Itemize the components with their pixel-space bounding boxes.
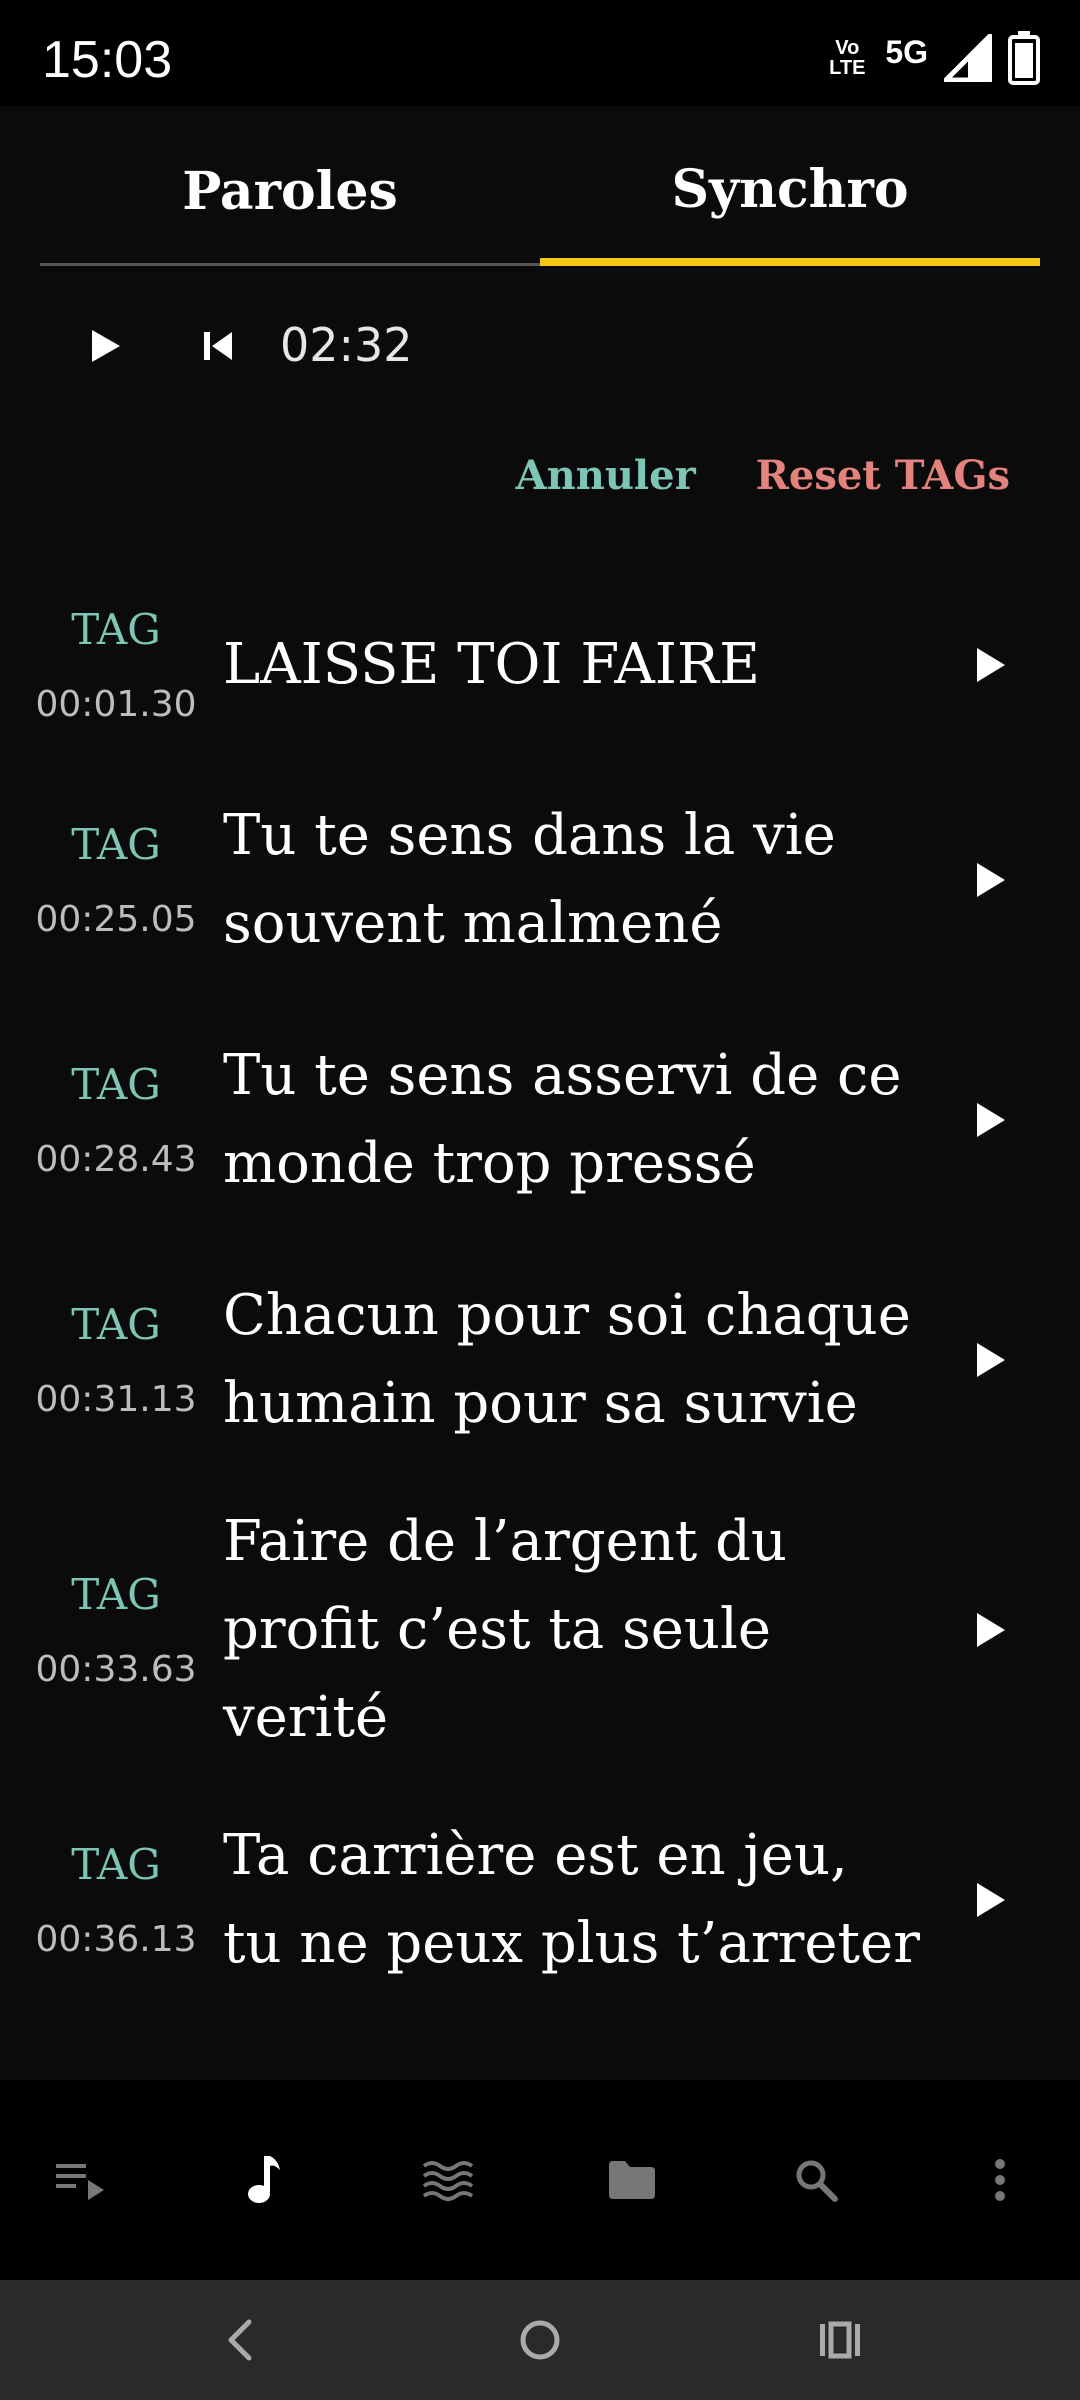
tag-button[interactable]: TAG <box>71 1840 161 1889</box>
tag-column: TAG 00:01.30 <box>30 570 202 760</box>
home-icon <box>520 2320 560 2360</box>
more-vert-icon <box>995 2159 1005 2201</box>
bottom-nav <box>0 2080 1080 2280</box>
play-line-button[interactable] <box>950 570 1030 760</box>
player-controls: 02:32 <box>40 300 640 392</box>
nav-waves[interactable] <box>388 2120 508 2240</box>
tag-button[interactable]: TAG <box>71 820 161 869</box>
skip-previous-button[interactable] <box>172 300 264 392</box>
play-line-button[interactable] <box>950 1000 1030 1240</box>
system-recents-button[interactable] <box>790 2300 890 2380</box>
play-button[interactable] <box>58 300 150 392</box>
cancel-button[interactable]: Annuler <box>516 452 696 499</box>
system-nav-bar <box>0 2280 1080 2400</box>
queue-icon <box>56 2164 104 2200</box>
tag-button[interactable]: TAG <box>71 1060 161 1109</box>
tag-column: TAG 00:25.05 <box>30 760 202 1000</box>
lyrics-list: TAG 00:01.30 LAISSE TOI FAIRE TAG 00:25.… <box>0 570 1080 2020</box>
timestamp: 00:31.13 <box>35 1379 197 1420</box>
tag-column: TAG 00:36.13 <box>30 1780 202 2020</box>
lyric-text: Ta carrière est en jeu, tu ne peux plus … <box>223 1823 920 1976</box>
music-note-icon <box>248 2156 280 2203</box>
battery-icon <box>1008 31 1040 85</box>
waves-icon <box>422 2161 474 2201</box>
skip-previous-icon <box>204 332 232 360</box>
lyric-row: TAG 00:01.30 LAISSE TOI FAIRE <box>0 570 1080 760</box>
status-bar: 15:03 Vo LTE 5G <box>0 0 1080 106</box>
play-line-button[interactable] <box>950 760 1030 1000</box>
play-icon <box>977 1343 1005 1377</box>
tag-button[interactable]: TAG <box>71 1300 161 1349</box>
volte-icon: Vo LTE <box>829 37 866 79</box>
system-back-button[interactable] <box>190 2300 290 2380</box>
lyric-row: TAG 00:36.13 Ta carrière est en jeu, tu … <box>0 1780 1080 2020</box>
playback-time: 02:32 <box>280 318 413 372</box>
signal-icon <box>944 34 992 82</box>
timestamp: 00:01.30 <box>35 684 197 725</box>
lyric-text: Tu te sens asservi de ce monde trop pres… <box>223 1043 902 1196</box>
lyric-row: TAG 00:28.43 Tu te sens asservi de ce mo… <box>0 1000 1080 1240</box>
status-icons: Vo LTE 5G <box>825 28 1040 88</box>
system-home-button[interactable] <box>490 2300 590 2380</box>
tag-button[interactable]: TAG <box>71 1570 161 1619</box>
timestamp: 00:36.13 <box>35 1919 197 1960</box>
play-icon <box>977 1103 1005 1137</box>
lyric-text: Chacun pour soi chaque humain pour sa su… <box>223 1283 911 1436</box>
play-line-button[interactable] <box>950 1480 1030 1780</box>
tag-button[interactable]: TAG <box>71 605 161 654</box>
play-icon <box>977 1883 1005 1917</box>
recents-icon <box>820 2321 860 2359</box>
search-icon <box>796 2160 838 2202</box>
play-icon <box>977 1613 1005 1647</box>
lyric-text: LAISSE TOI FAIRE <box>223 632 760 697</box>
lyric-row: TAG 00:31.13 Chacun pour soi chaque huma… <box>0 1240 1080 1480</box>
tag-column: TAG 00:33.63 <box>30 1480 202 1780</box>
play-line-button[interactable] <box>950 1780 1030 2020</box>
play-line-button[interactable] <box>950 1240 1030 1480</box>
tag-column: TAG 00:31.13 <box>30 1240 202 1480</box>
network-type: 5G <box>885 33 928 70</box>
nav-music[interactable] <box>204 2120 324 2240</box>
back-icon <box>228 2319 252 2361</box>
timestamp: 00:33.63 <box>35 1649 197 1690</box>
folder-icon <box>609 2161 655 2199</box>
play-icon <box>977 863 1005 897</box>
tab-synchro[interactable]: Synchro <box>540 120 1040 266</box>
nav-more[interactable] <box>940 2120 1060 2240</box>
tag-column: TAG 00:28.43 <box>30 1000 202 1240</box>
timestamp: 00:25.05 <box>35 899 197 940</box>
lyric-row: TAG 00:33.63 Faire de l’argent du profit… <box>0 1480 1080 1780</box>
nav-folder[interactable] <box>572 2120 692 2240</box>
status-time: 15:03 <box>42 31 173 89</box>
tab-bar: Paroles Synchro <box>40 120 1040 266</box>
play-icon <box>92 330 120 362</box>
timestamp: 00:28.43 <box>35 1139 197 1180</box>
tab-paroles[interactable]: Paroles <box>40 120 540 266</box>
play-icon <box>977 648 1005 682</box>
lyric-text: Tu te sens dans la vie souvent malmené <box>223 803 836 956</box>
reset-tags-button[interactable]: Reset TAGs <box>756 452 1010 499</box>
lyric-text: Faire de l’argent du profit c’est ta seu… <box>223 1509 787 1750</box>
sync-actions: Annuler Reset TAGs <box>516 440 1010 510</box>
nav-queue[interactable] <box>20 2120 140 2240</box>
nav-search[interactable] <box>756 2120 876 2240</box>
lyric-row: TAG 00:25.05 Tu te sens dans la vie souv… <box>0 760 1080 1000</box>
